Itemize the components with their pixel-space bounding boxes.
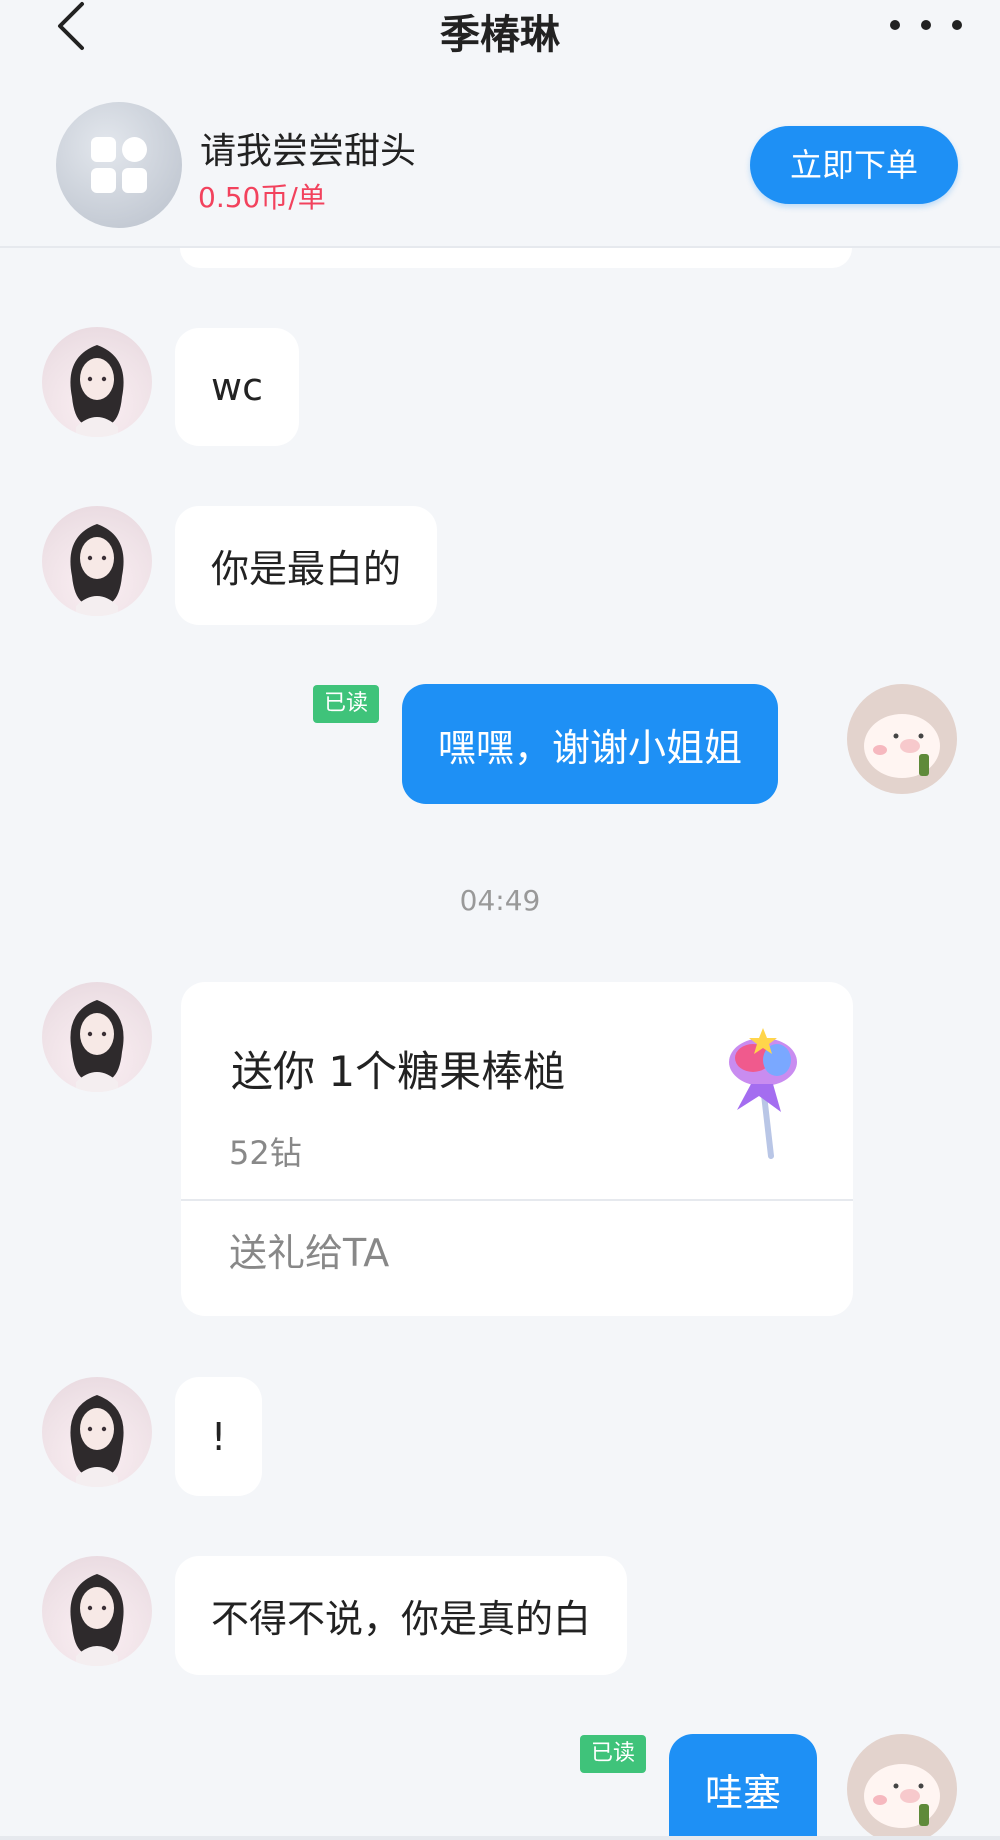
girl-avatar-icon bbox=[70, 1395, 124, 1487]
more-dot-icon bbox=[890, 20, 900, 30]
my-avatar[interactable] bbox=[847, 1734, 957, 1840]
contact-avatar[interactable] bbox=[42, 982, 152, 1092]
girl-avatar-icon bbox=[70, 345, 124, 437]
pig-avatar-icon bbox=[864, 1764, 940, 1828]
girl-avatar-icon bbox=[70, 1574, 124, 1666]
message-bubble: 不得不说，你是真的白 bbox=[175, 1556, 628, 1675]
send-gift-link[interactable]: 送礼给TA bbox=[229, 1222, 389, 1277]
order-card: 请我尝尝甜头 0.50币/单 立即下单 bbox=[0, 66, 1000, 248]
service-avatar bbox=[56, 102, 182, 228]
girl-avatar-icon bbox=[70, 1000, 124, 1092]
service-price: 0.50币/单 bbox=[198, 181, 326, 214]
read-badge: 已读 bbox=[313, 685, 379, 723]
message-bubble: wc bbox=[175, 328, 299, 446]
contact-avatar[interactable] bbox=[42, 1377, 152, 1487]
service-name: 请我尝尝甜头 bbox=[200, 131, 417, 172]
candy-wand-icon bbox=[701, 1024, 811, 1164]
app-grid-icon bbox=[91, 137, 147, 193]
gift-divider bbox=[181, 1199, 853, 1201]
message-bubble: ! bbox=[175, 1377, 263, 1496]
page-title: 季椿琳 bbox=[440, 12, 560, 58]
message-bubble: 你是最白的 bbox=[175, 506, 438, 625]
gift-price: 52钻 bbox=[229, 1134, 302, 1172]
read-badge: 已读 bbox=[580, 1735, 646, 1773]
message-bubble: 嘿嘿，谢谢小姐姐 bbox=[402, 684, 779, 804]
gift-title: 送你 1个糖果棒槌 bbox=[231, 1047, 566, 1096]
contact-avatar[interactable] bbox=[42, 327, 152, 437]
more-dot-icon bbox=[921, 20, 931, 30]
previous-message-bubble bbox=[180, 248, 852, 268]
timestamp: 04:49 bbox=[459, 884, 541, 917]
order-now-button[interactable]: 立即下单 bbox=[750, 126, 958, 204]
top-bar: 季椿琳 bbox=[0, 0, 1000, 66]
gift-card[interactable]: 送你 1个糖果棒槌 52钻 送礼给TA bbox=[181, 982, 853, 1316]
message-bubble: 哇塞 bbox=[669, 1734, 818, 1840]
contact-avatar[interactable] bbox=[42, 506, 152, 616]
bottom-divider bbox=[0, 1836, 1000, 1840]
more-dot-icon bbox=[952, 20, 962, 30]
contact-avatar[interactable] bbox=[42, 1556, 152, 1666]
my-avatar[interactable] bbox=[847, 684, 957, 794]
girl-avatar-icon bbox=[70, 524, 124, 616]
more-options-button[interactable] bbox=[890, 10, 962, 40]
pig-avatar-icon bbox=[864, 714, 940, 778]
